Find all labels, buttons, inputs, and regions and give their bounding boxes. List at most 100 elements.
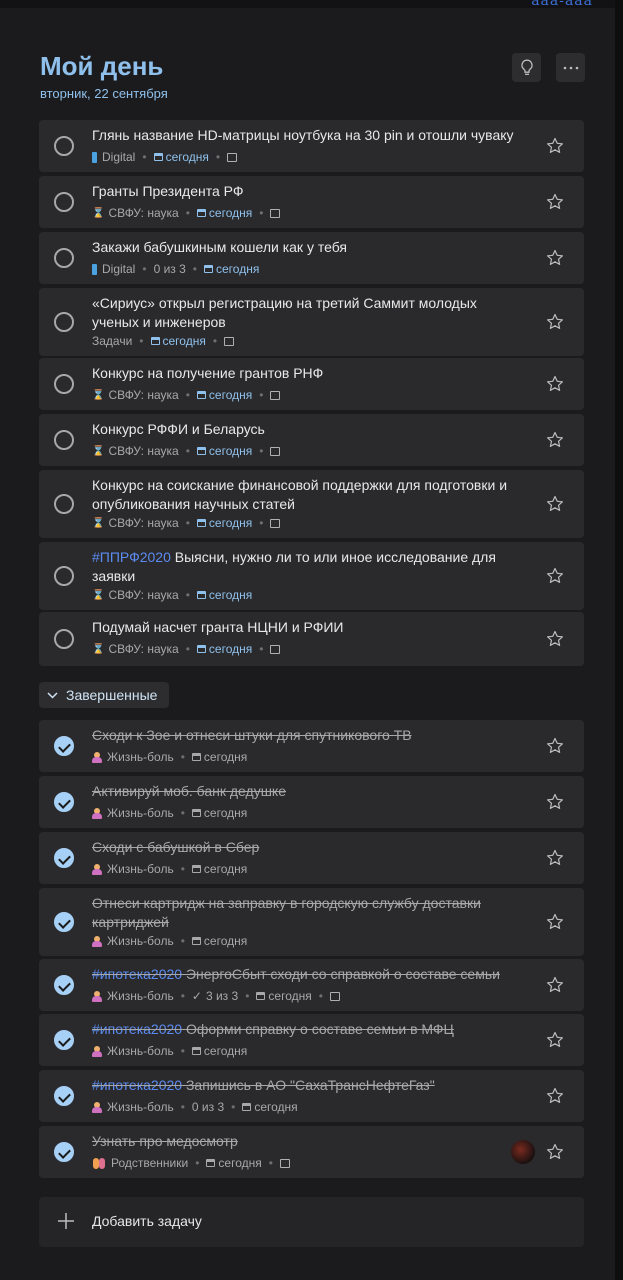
task-title[interactable]: Отнеси картридж на заправку в городскую … [92, 894, 522, 932]
task-item[interactable]: Подумай насчет гранта НЦНИ и РФИИ ⌛ СВФУ: … [39, 612, 584, 666]
meta-separator: • [259, 642, 264, 656]
star-icon[interactable] [546, 1031, 564, 1049]
complete-checkbox[interactable] [54, 248, 74, 268]
task-item[interactable]: Сходи с бабушкой в Сбер Жизнь-боль • сегодн… [39, 832, 584, 884]
star-icon[interactable] [546, 913, 564, 931]
complete-checkbox[interactable] [54, 430, 74, 450]
add-task-bar[interactable]: Добавить задачу [39, 1197, 584, 1247]
star-icon[interactable] [546, 630, 564, 648]
task-meta: ⌛ СВФУ: наука • сегодня • [92, 516, 281, 530]
task-title[interactable]: Узнать про медосмотр [92, 1132, 522, 1151]
task-title-text: ЭнергоСбыт сходи со справкой о составе с… [185, 966, 500, 982]
task-title[interactable]: Закажи бабушкиным кошели как у тебя [92, 238, 522, 257]
meta-separator: • [268, 1156, 273, 1170]
task-item[interactable]: #ППРФ2020 Выясни, нужно ли то или иное и… [39, 542, 584, 610]
task-list-name: СВФУ: наука [108, 388, 179, 402]
task-steps: 0 из 3 [153, 262, 186, 276]
task-title[interactable]: Конкурс РФФИ и Беларусь [92, 420, 522, 439]
completed-toggle[interactable]: Завершенные [39, 682, 170, 708]
person-icon [92, 807, 102, 819]
task-title[interactable]: Подумай насчет гранта НЦНИ и РФИИ [92, 618, 522, 637]
meta-separator: • [259, 444, 264, 458]
task-title[interactable]: #ППРФ2020 Выясни, нужно ли то или иное и… [92, 548, 522, 586]
star-icon[interactable] [546, 793, 564, 811]
task-item[interactable]: Отнеси картридж на заправку в городскую … [39, 888, 584, 956]
star-icon[interactable] [546, 737, 564, 755]
star-icon[interactable] [546, 976, 564, 994]
complete-checkbox[interactable] [54, 494, 74, 514]
plus-icon [58, 1213, 74, 1229]
task-item[interactable]: #ипотека2020 Оформи справку о составе се… [39, 1014, 584, 1066]
star-icon[interactable] [546, 431, 564, 449]
chevron-down-icon [47, 691, 58, 699]
task-title[interactable]: «Сириус» открыл регистрацию на третий Са… [92, 294, 522, 332]
task-title-text: «Сириус» открыл регистрацию на третий Са… [92, 295, 477, 330]
task-title[interactable]: #ипотека2020 Запишись в АО "СахаТрансНеф… [92, 1076, 522, 1095]
complete-checkbox[interactable] [54, 566, 74, 586]
task-item[interactable]: #ипотека2020 Запишись в АО "СахаТрансНеф… [39, 1070, 584, 1122]
due-date-text: сегодня [203, 1044, 248, 1058]
calendar-icon [242, 1103, 252, 1111]
completed-checkbox[interactable] [54, 1030, 74, 1050]
completed-checkbox[interactable] [54, 736, 74, 756]
complete-checkbox[interactable] [54, 374, 74, 394]
task-title[interactable]: Сходи с бабушкой в Сбер [92, 838, 522, 857]
calendar-icon [196, 209, 206, 217]
completed-checkbox[interactable] [54, 792, 74, 812]
task-title[interactable]: Активируй моб. банк дедушке [92, 782, 522, 801]
task-title-text: Оформи справку о составе семьи в МФЦ [185, 1021, 454, 1037]
task-hashtag[interactable]: #ППРФ2020 [92, 549, 171, 565]
completed-checkbox[interactable] [54, 1086, 74, 1106]
task-item[interactable]: Глянь название HD-матрицы ноутбука на 30… [39, 120, 584, 172]
complete-checkbox[interactable] [54, 192, 74, 212]
complete-checkbox[interactable] [54, 629, 74, 649]
task-item[interactable]: Гранты Президента РФ ⌛ СВФУ: наука • сегодня… [39, 176, 584, 228]
task-title[interactable]: Конкурс на получение грантов РНФ [92, 364, 522, 383]
more-options-button[interactable] [556, 53, 585, 82]
completed-checkbox[interactable] [54, 912, 74, 932]
task-title[interactable]: #ипотека2020 ЭнергоСбыт сходи со справко… [92, 965, 522, 984]
star-icon[interactable] [546, 375, 564, 393]
task-item[interactable]: Сходи к Зое и отнеси штуки для спутников… [39, 720, 584, 772]
task-item[interactable]: Узнать про медосмотр Родственники • сегодня… [39, 1126, 584, 1178]
task-item[interactable]: Конкурс РФФИ и Беларусь ⌛ СВФУ: наука • сего… [39, 414, 584, 466]
task-item[interactable]: Конкурс на соискание финансовой поддержк… [39, 470, 584, 538]
task-title-text: Сходи с бабушкой в Сбер [92, 839, 260, 855]
task-item[interactable]: Конкурс на получение грантов РНФ ⌛ СВФУ: н… [39, 358, 584, 410]
task-hashtag[interactable]: #ипотека2020 [92, 1021, 182, 1037]
task-item[interactable]: Активируй моб. банк дедушке Жизнь-боль • се… [39, 776, 584, 828]
star-icon[interactable] [546, 1087, 564, 1105]
note-icon [279, 1158, 290, 1168]
complete-checkbox[interactable] [54, 312, 74, 332]
star-icon[interactable] [546, 137, 564, 155]
add-task-input[interactable]: Добавить задачу [92, 1213, 202, 1229]
phone-icon [92, 151, 97, 163]
star-icon[interactable] [546, 1143, 564, 1161]
complete-checkbox[interactable] [54, 136, 74, 156]
completed-checkbox[interactable] [54, 975, 74, 995]
task-title[interactable]: Глянь название HD-матрицы ноутбука на 30… [92, 126, 522, 145]
star-icon[interactable] [546, 849, 564, 867]
star-icon[interactable] [546, 313, 564, 331]
star-icon[interactable] [546, 567, 564, 585]
star-icon[interactable] [546, 193, 564, 211]
task-title[interactable]: Гранты Президента РФ [92, 182, 522, 201]
star-icon[interactable] [546, 249, 564, 267]
task-meta: Родственники • сегодня • [92, 1156, 290, 1170]
task-title[interactable]: Конкурс на соискание финансовой поддержк… [92, 476, 522, 514]
scrollbar[interactable] [615, 0, 623, 1280]
task-title[interactable]: #ипотека2020 Оформи справку о составе се… [92, 1020, 522, 1039]
completed-checkbox[interactable] [54, 1142, 74, 1162]
task-item[interactable]: #ипотека2020 ЭнергоСбыт сходи со справко… [39, 959, 584, 1011]
completed-checkbox[interactable] [54, 848, 74, 868]
meta-separator: • [180, 934, 185, 948]
task-hashtag[interactable]: #ипотека2020 [92, 1077, 182, 1093]
suggestions-button[interactable] [512, 53, 541, 82]
due-date: сегодня [206, 1156, 262, 1170]
top-strip: ааа-ааа [0, 0, 623, 9]
task-title[interactable]: Сходи к Зое и отнеси штуки для спутников… [92, 726, 522, 745]
task-item[interactable]: «Сириус» открыл регистрацию на третий Са… [39, 288, 584, 356]
task-hashtag[interactable]: #ипотека2020 [92, 966, 182, 982]
task-item[interactable]: Закажи бабушкиным кошели как у тебя Digit… [39, 232, 584, 284]
star-icon[interactable] [546, 495, 564, 513]
